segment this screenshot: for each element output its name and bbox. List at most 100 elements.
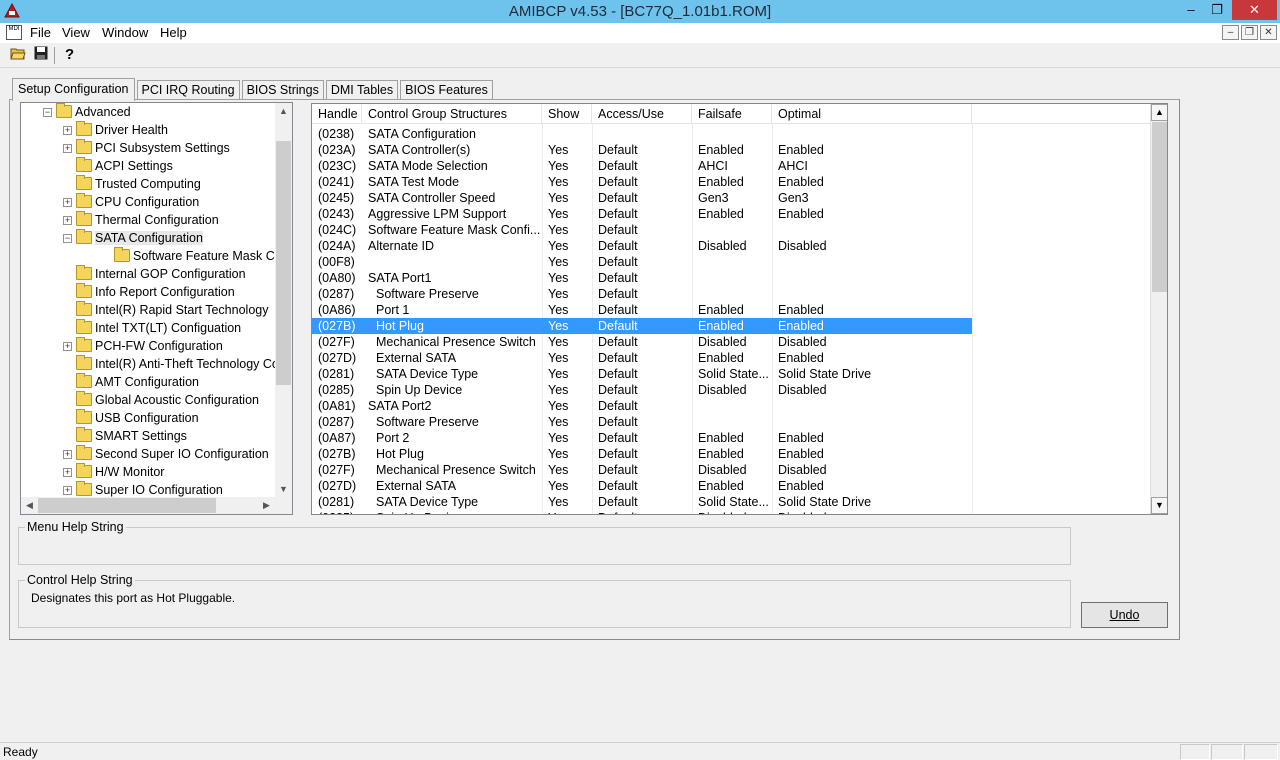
- table-row[interactable]: (0A87) Port 2 Yes Default Enabled Enabled: [312, 430, 1152, 446]
- cell-optimal: [772, 222, 972, 238]
- menu-file[interactable]: File: [30, 25, 51, 40]
- save-disk-icon[interactable]: [31, 46, 51, 65]
- menu-help[interactable]: Help: [160, 25, 187, 40]
- tab-bios-features[interactable]: BIOS Features: [400, 80, 493, 101]
- mdi-close-button[interactable]: ✕: [1260, 25, 1277, 40]
- tree-item[interactable]: AMT Configuration: [63, 373, 199, 392]
- setup-tree[interactable]: − Advanced + Driver Health + PCI Subsystem Se…: [20, 102, 293, 515]
- scroll-down-icon[interactable]: ▼: [275, 481, 292, 498]
- table-row[interactable]: (0281) SATA Device Type Yes Default Solid St…: [312, 366, 1152, 382]
- expand-icon[interactable]: +: [63, 216, 72, 225]
- table-row[interactable]: (023C) SATA Mode Selection Yes Default AHCI A…: [312, 158, 1152, 174]
- table-vertical-scrollbar[interactable]: ▲ ▼: [1150, 104, 1167, 514]
- expand-icon[interactable]: +: [63, 342, 72, 351]
- tab-pci-irq-routing[interactable]: PCI IRQ Routing: [136, 80, 240, 101]
- close-button[interactable]: ✕: [1232, 0, 1277, 20]
- tab-dmi-tables[interactable]: DMI Tables: [325, 80, 399, 101]
- table-row[interactable]: (023A) SATA Controller(s) Yes Default Enable…: [312, 142, 1152, 158]
- tree-item[interactable]: + H/W Monitor: [63, 463, 164, 482]
- scroll-right-icon[interactable]: ▶: [258, 497, 275, 514]
- tree-item[interactable]: − SATA Configuration: [63, 229, 203, 248]
- mdi-minimize-button[interactable]: –: [1222, 25, 1239, 40]
- mdi-restore-button[interactable]: ❐: [1241, 25, 1258, 40]
- scroll-up-icon[interactable]: ▲: [275, 103, 292, 120]
- minimize-button[interactable]: ‒: [1178, 0, 1204, 20]
- table-row[interactable]: (0285)Spin Up DeviceYesDefaultDisabledDi…: [312, 382, 1152, 398]
- expand-icon[interactable]: +: [63, 450, 72, 459]
- table-row[interactable]: (0245) SATA Controller Speed Yes Default Gen…: [312, 190, 1152, 206]
- tree-item[interactable]: USB Configuration: [63, 409, 199, 428]
- tab-setup-configuration[interactable]: Setup Configuration: [12, 78, 135, 101]
- undo-button[interactable]: Undo: [1081, 602, 1168, 628]
- control-group-table[interactable]: Handle Control Group Structures Show Acc…: [311, 103, 1168, 515]
- table-row[interactable]: (0281) SATA Device Type Yes Default Solid St…: [312, 494, 1152, 510]
- tree-vertical-scrollbar[interactable]: ▲ ▼: [275, 103, 292, 498]
- table-row[interactable]: (0A81) SATA Port2 Yes Default: [312, 398, 1152, 414]
- column-header-optimal[interactable]: Optimal: [772, 104, 972, 124]
- table-row[interactable]: (024C) Software Feature Mask Confi... Yes D…: [312, 222, 1152, 238]
- tree-item[interactable]: Global Acoustic Configuration: [63, 391, 259, 410]
- column-header-structures[interactable]: Control Group Structures: [362, 104, 542, 124]
- table-row[interactable]: (0287) Software Preserve Yes Default: [312, 286, 1152, 302]
- table-row[interactable]: (0238) SATA Configuration: [312, 126, 1152, 142]
- tree-item[interactable]: + Second Super IO Configuration: [63, 445, 269, 464]
- tree-item[interactable]: Intel(R) Rapid Start Technology: [63, 301, 268, 320]
- collapse-icon[interactable]: −: [43, 108, 52, 117]
- table-scroll-thumb[interactable]: [1152, 122, 1167, 292]
- menu-window[interactable]: Window: [102, 25, 148, 40]
- tree-item[interactable]: + Thermal Configuration: [63, 211, 219, 230]
- column-header-handle[interactable]: Handle: [312, 104, 362, 124]
- help-question-icon[interactable]: ?: [60, 46, 80, 65]
- column-header-failsafe[interactable]: Failsafe: [692, 104, 772, 124]
- scroll-left-icon[interactable]: ◀: [21, 497, 38, 514]
- tree-scroll-thumb[interactable]: [276, 141, 291, 385]
- scroll-down-icon[interactable]: ▼: [1151, 497, 1167, 514]
- expand-icon[interactable]: +: [63, 486, 72, 495]
- table-row[interactable]: (0A86) Port 1 Yes Default Enabled Enabled: [312, 302, 1152, 318]
- table-row[interactable]: (027D) External SATA Yes Default Enabled Enab…: [312, 478, 1152, 494]
- menu-view[interactable]: View: [62, 25, 90, 40]
- tree-item[interactable]: Intel(R) Anti-Theft Technology Configura…: [63, 355, 292, 374]
- expand-icon[interactable]: +: [63, 126, 72, 135]
- expand-icon[interactable]: +: [63, 198, 72, 207]
- document-icon[interactable]: MDI: [6, 25, 22, 40]
- expand-icon[interactable]: +: [63, 144, 72, 153]
- table-row[interactable]: (0285)Spin Up DeviceYesDefaultDisabledDi…: [312, 510, 1152, 514]
- column-header-access[interactable]: Access/Use: [592, 104, 692, 124]
- tree-item[interactable]: ACPI Settings: [63, 157, 173, 176]
- table-row[interactable]: (0243) Aggressive LPM Support Yes Default En…: [312, 206, 1152, 222]
- tree-horizontal-scrollbar[interactable]: ◀ ▶: [21, 497, 292, 514]
- expand-icon[interactable]: +: [63, 468, 72, 477]
- tree-item[interactable]: SMART Settings: [63, 427, 187, 446]
- table-row[interactable]: (027B) Hot Plug Yes Default Enabled Enabled: [312, 446, 1152, 462]
- table-row[interactable]: (024A) Alternate ID Yes Default Disabled Disa…: [312, 238, 1152, 254]
- tree-item[interactable]: Trusted Computing: [63, 175, 201, 194]
- column-header-show[interactable]: Show: [542, 104, 592, 124]
- tab-bios-strings[interactable]: BIOS Strings: [241, 80, 324, 101]
- tree-hscroll-thumb[interactable]: [38, 498, 216, 513]
- table-row[interactable]: (027F) Mechanical Presence Switch Yes Defau…: [312, 462, 1152, 478]
- tree-item[interactable]: Intel TXT(LT) Configuation: [63, 319, 241, 338]
- tree-item[interactable]: + PCH-FW Configuration: [63, 337, 223, 356]
- tree-item[interactable]: + CPU Configuration: [63, 193, 199, 212]
- table-row[interactable]: (00F8) Yes Default: [312, 254, 1152, 270]
- table-row[interactable]: (0241) SATA Test Mode Yes Default Enabled Ena…: [312, 174, 1152, 190]
- tree-item[interactable]: Software Feature Mask Configuration: [101, 247, 292, 266]
- cell-show: Yes: [542, 318, 592, 334]
- table-row[interactable]: (0A80) SATA Port1 Yes Default: [312, 270, 1152, 286]
- tree-item[interactable]: Info Report Configuration: [63, 283, 235, 302]
- cell-show: Yes: [548, 431, 569, 445]
- open-folder-icon[interactable]: [8, 46, 28, 65]
- table-row[interactable]: (0287) Software Preserve Yes Default: [312, 414, 1152, 430]
- tree-item[interactable]: − Advanced: [43, 103, 131, 122]
- maximize-button[interactable]: ❐: [1204, 0, 1230, 20]
- scroll-up-icon[interactable]: ▲: [1151, 104, 1167, 121]
- tree-item[interactable]: + PCI Subsystem Settings: [63, 139, 230, 158]
- table-row[interactable]: (027D) External SATA Yes Default Enabled Enab…: [312, 350, 1152, 366]
- tree-item[interactable]: Internal GOP Configuration: [63, 265, 246, 284]
- tree-item[interactable]: + Driver Health: [63, 121, 168, 140]
- table-row[interactable]: (027F) Mechanical Presence Switch Yes Defau…: [312, 334, 1152, 350]
- table-row[interactable]: (027B) Hot Plug Yes Default Enabled Enabled: [312, 318, 1152, 334]
- cell-handle: (0285): [312, 510, 362, 514]
- collapse-icon[interactable]: −: [63, 234, 72, 243]
